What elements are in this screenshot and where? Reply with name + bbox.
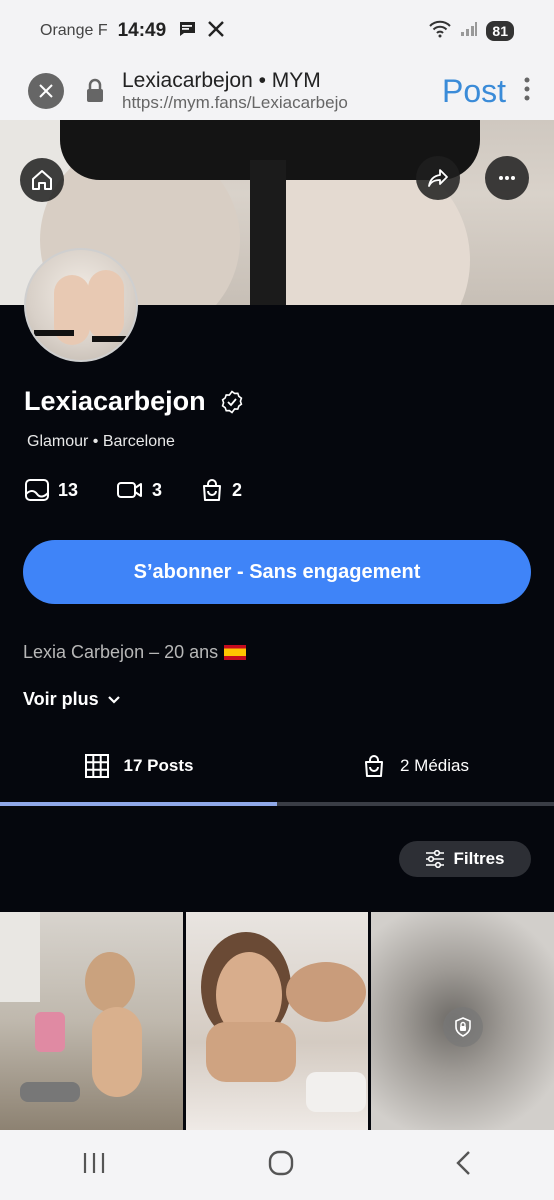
- back-chevron-icon: [456, 1150, 471, 1175]
- tab-medias[interactable]: 2 Médias: [277, 730, 554, 802]
- verified-badge-icon: [220, 389, 244, 414]
- home-icon: [32, 170, 52, 190]
- stat-photos-count: 13: [58, 479, 79, 500]
- carrier-label: Orange F: [40, 22, 108, 39]
- sliders-icon: [426, 850, 445, 868]
- filters-label: Filtres: [453, 849, 505, 868]
- tab-posts[interactable]: 17 Posts: [0, 730, 277, 802]
- bio-text: Lexia Carbejon – 20 ans: [23, 642, 247, 663]
- profile-name: Lexiacarbejon: [24, 386, 206, 416]
- avatar[interactable]: [24, 248, 138, 362]
- battery-indicator: 81: [486, 21, 514, 41]
- posts-grid: [0, 912, 554, 1130]
- post-thumbnail[interactable]: [0, 912, 183, 1130]
- page-url: https://mym.fans/Lexiacarbejo: [122, 93, 348, 113]
- profile-subtitle: Glamour • Barcelone: [27, 433, 175, 450]
- see-more-button[interactable]: Voir plus: [23, 689, 121, 710]
- locked-icon: [442, 1007, 483, 1047]
- x-icon: [208, 20, 225, 42]
- content-tabs: 17 Posts 2 Médias: [0, 730, 554, 802]
- tab-active-indicator: [0, 802, 277, 806]
- stat-videos: 3: [116, 478, 162, 502]
- close-tab-button[interactable]: [28, 73, 64, 109]
- status-bar: Orange F 14:49 81: [0, 0, 554, 62]
- see-more-label: Voir plus: [23, 689, 99, 709]
- home-nav-button[interactable]: [268, 1150, 294, 1181]
- more-icon: [499, 176, 515, 180]
- share-icon: [428, 169, 448, 187]
- address-bar[interactable]: Lexiacarbejon • MYM https://mym.fans/Lex…: [122, 68, 442, 114]
- locked-post-thumbnail[interactable]: [371, 912, 554, 1130]
- video-icon: [117, 482, 143, 498]
- recent-apps-icon: [83, 1152, 104, 1173]
- tab-medias-label: 2 Médias: [400, 756, 469, 775]
- more-options-button[interactable]: [485, 156, 529, 200]
- filters-button[interactable]: Filtres: [399, 841, 531, 877]
- browser-toolbar: Lexiacarbejon • MYM https://mym.fans/Lex…: [0, 62, 554, 120]
- system-navigation-bar: [0, 1130, 554, 1200]
- bag-icon: [203, 479, 222, 501]
- stat-media-count: 2: [232, 479, 243, 500]
- tab-posts-label: 17 Posts: [123, 756, 194, 775]
- signal-icon: [460, 21, 478, 42]
- stat-photos: 13: [24, 478, 78, 502]
- home-circle-icon: [268, 1150, 294, 1175]
- message-icon: [178, 21, 196, 42]
- photo-icon: [25, 479, 49, 501]
- clock: 14:49: [117, 20, 167, 41]
- wifi-icon: [428, 20, 452, 43]
- profile-stats: 13 3 2: [24, 478, 242, 502]
- spain-flag-icon: [224, 645, 247, 660]
- browser-menu-icon[interactable]: [524, 76, 530, 106]
- lock-icon[interactable]: [84, 77, 106, 105]
- chevron-down-icon: [107, 695, 120, 704]
- page-title: Lexiacarbejon • MYM: [122, 69, 321, 93]
- post-thumbnail[interactable]: [185, 912, 369, 1130]
- grid-icon: [84, 754, 109, 778]
- stat-media: 2: [200, 478, 242, 502]
- recent-apps-button[interactable]: [81, 1151, 107, 1180]
- bio-label: Lexia Carbejon – 20 ans: [23, 642, 219, 662]
- back-button[interactable]: [455, 1150, 473, 1181]
- profile-header: Lexiacarbejon: [24, 386, 244, 417]
- stat-videos-count: 3: [152, 479, 163, 500]
- home-button[interactable]: [20, 158, 64, 202]
- share-button[interactable]: [416, 156, 460, 200]
- bag-icon: [365, 755, 383, 777]
- subscribe-button[interactable]: S’abonner - Sans engagement: [23, 540, 531, 604]
- post-button[interactable]: Post: [442, 73, 506, 110]
